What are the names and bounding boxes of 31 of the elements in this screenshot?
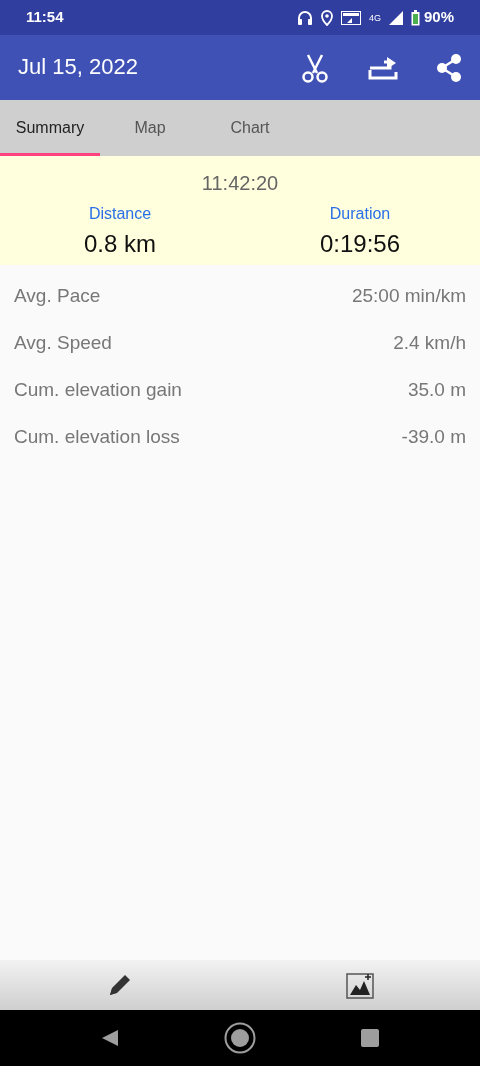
app-title: Jul 15, 2022 [18,54,138,81]
detail-value: -39.0 m [401,425,466,450]
tab[interactable]: Map [100,100,200,156]
stat-label: Distance [88,204,152,224]
detail-label: Avg. Pace [14,284,101,309]
battery-icon [410,9,420,26]
status-time: 11:54 [26,7,64,28]
recents-icon[interactable] [361,1029,380,1047]
location-icon [320,9,333,26]
repeat-icon[interactable] [368,55,398,80]
share-icon[interactable] [436,53,462,82]
start-time: 11:42:20 [200,171,280,196]
back-icon[interactable] [100,1029,119,1047]
tab[interactable]: Chart [200,100,300,156]
detail-label: Cum. elevation loss [14,425,180,450]
detail-label: Cum. elevation gain [14,378,182,403]
scissors-icon[interactable] [300,52,330,83]
stat-label: Duration [329,204,391,224]
stat-value: 0.8 km [84,229,156,259]
add-image-icon[interactable] [346,971,374,999]
detail-label: Avg. Speed [14,331,112,356]
detail-value: 2.4 km/h [393,331,466,356]
volte-icon [340,10,361,25]
home-icon[interactable] [224,1022,256,1054]
detail-value: 35.0 m [407,378,466,403]
network-type: 4G [368,12,381,26]
signal-icon [388,10,403,25]
headphones-icon [296,9,313,26]
battery-percentage: 90% [423,7,454,28]
detail-value: 25:00 min/km [351,284,466,309]
stat-value: 0:19:56 [319,229,401,259]
